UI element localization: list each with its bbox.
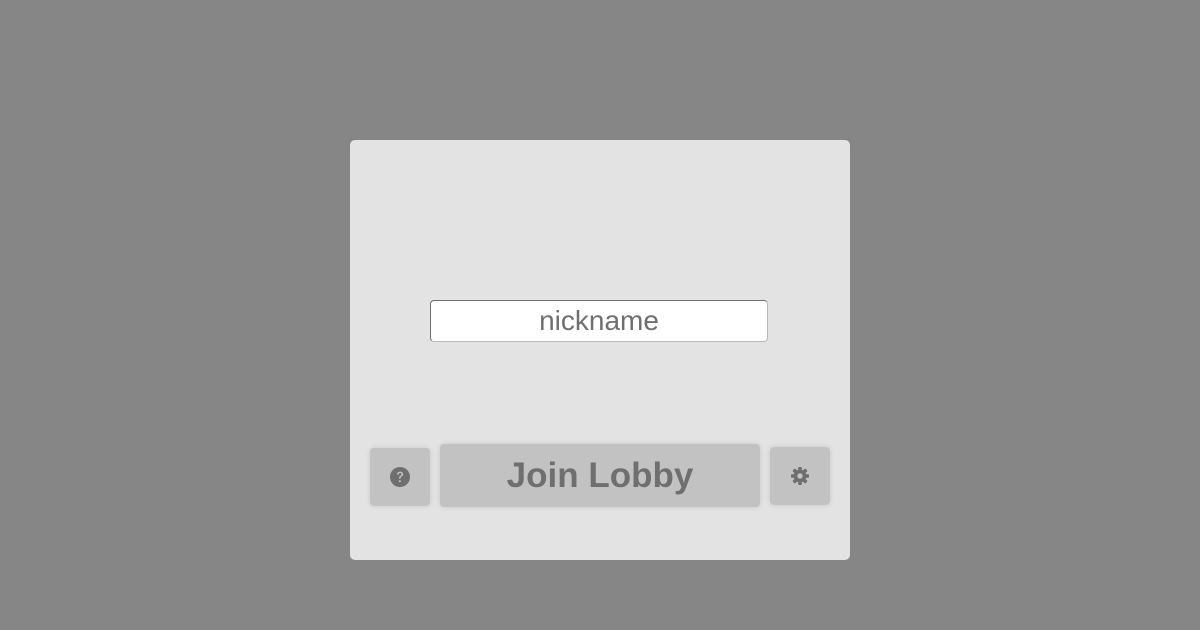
join-lobby-label: Join Lobby bbox=[506, 455, 694, 495]
lobby-card: Join Lobby bbox=[350, 140, 850, 560]
nickname-input[interactable] bbox=[430, 300, 768, 342]
help-button[interactable] bbox=[370, 448, 430, 506]
gear-icon bbox=[790, 466, 810, 486]
question-circle-icon bbox=[390, 467, 410, 487]
settings-button[interactable] bbox=[770, 447, 830, 505]
join-lobby-button[interactable]: Join Lobby bbox=[440, 444, 760, 507]
